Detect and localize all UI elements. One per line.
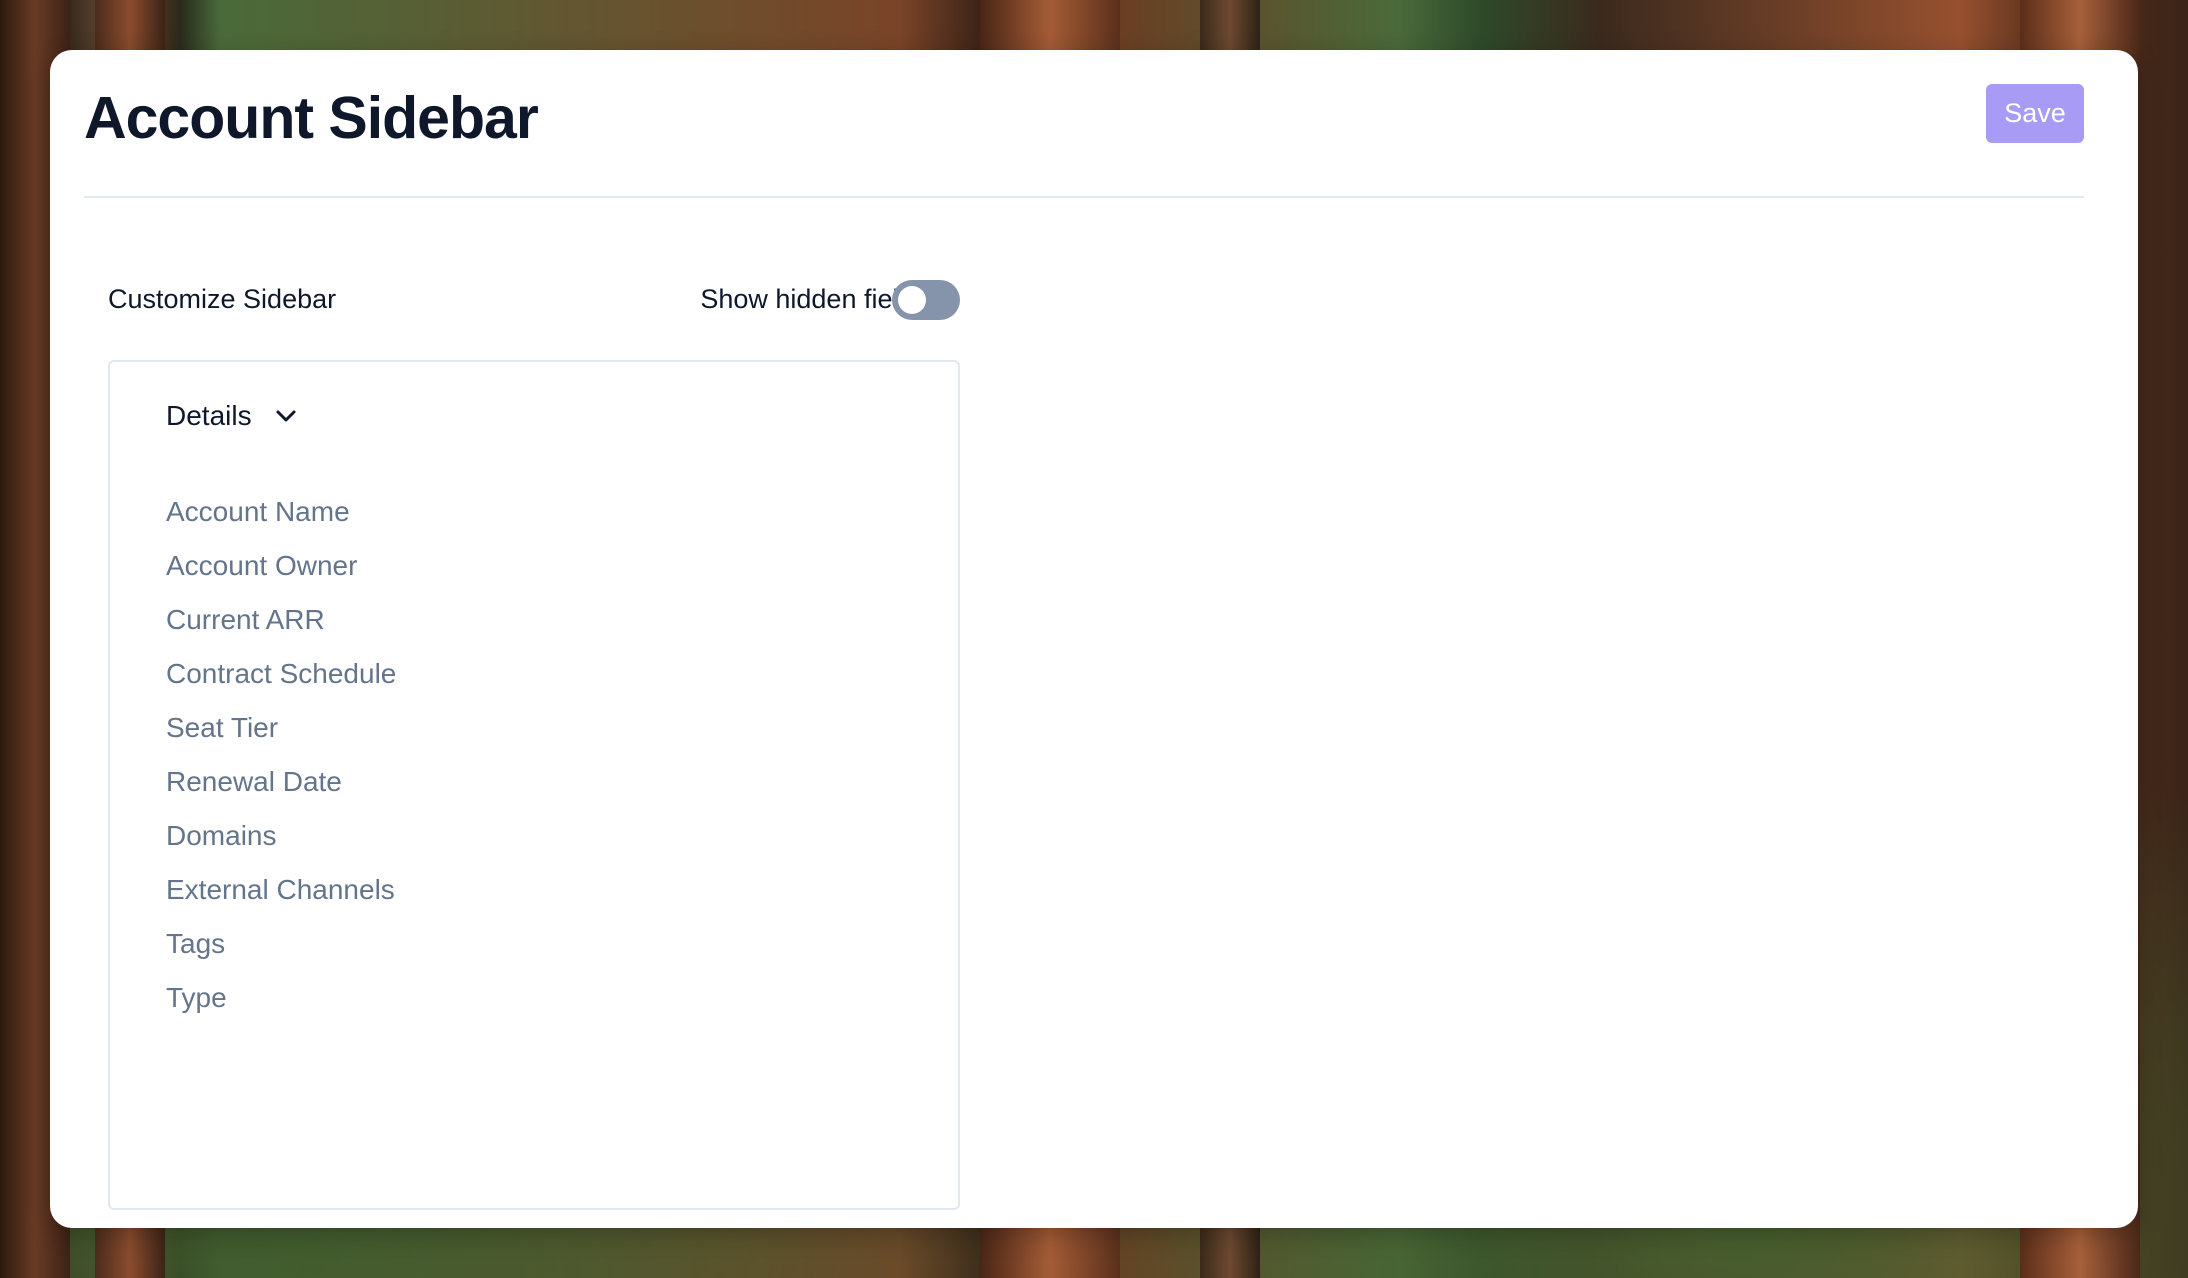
toggle-knob: [898, 286, 926, 314]
customize-sidebar-label: Customize Sidebar: [108, 284, 337, 314]
details-section-header[interactable]: Details: [166, 400, 298, 432]
header: Account Sidebar Save: [84, 50, 2084, 198]
show-hidden-fields-label: Show hidden fields: [700, 284, 927, 314]
details-section-title: Details: [166, 400, 252, 431]
field-list: Account Name Account Owner Current ARR C…: [166, 494, 396, 1034]
page-title: Account Sidebar: [84, 85, 539, 151]
show-hidden-fields-toggle[interactable]: [892, 280, 960, 320]
details-panel: Details Account Name Account Owner Curre…: [108, 360, 960, 1210]
chevron-down-icon: [276, 410, 296, 422]
save-button[interactable]: Save: [1986, 84, 2084, 143]
account-sidebar-card: Account Sidebar Save Customize Sidebar S…: [50, 50, 2138, 1228]
field-item[interactable]: Type: [166, 962, 396, 1034]
